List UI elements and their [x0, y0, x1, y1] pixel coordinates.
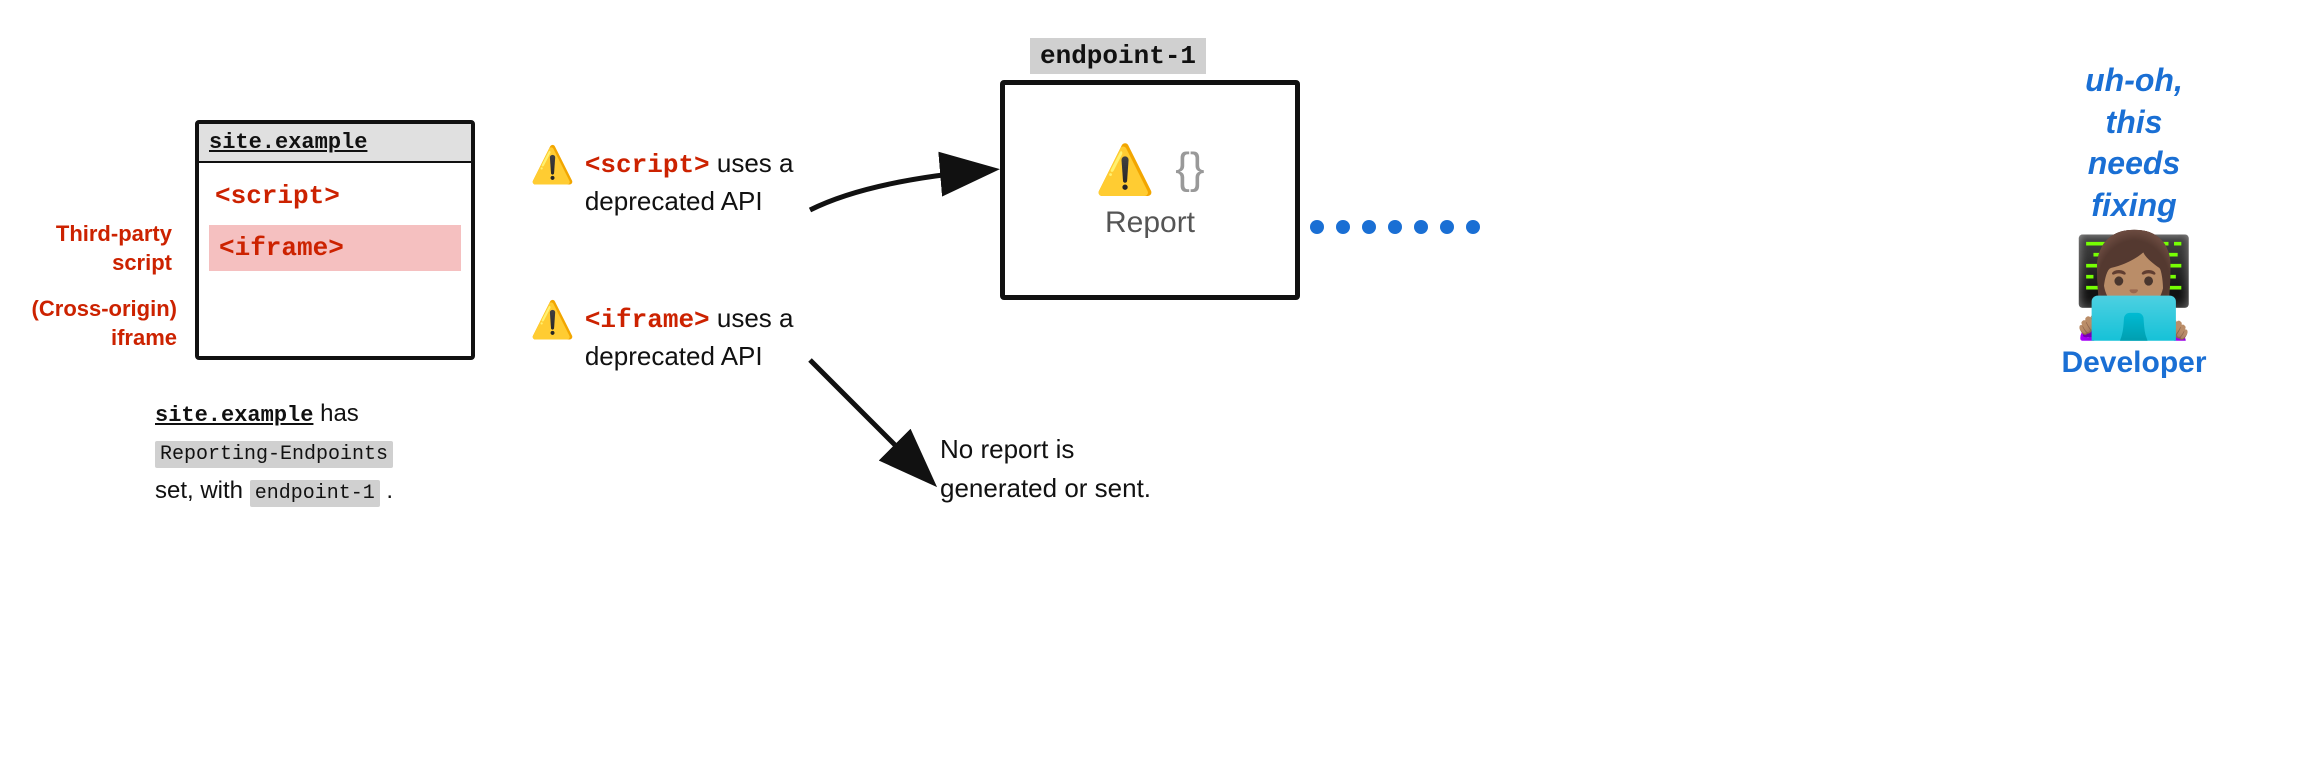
bottom-reporting-endpoints: Reporting-Endpoints	[155, 441, 393, 468]
warning-icon-1: ⚠️	[530, 147, 575, 183]
bottom-period: .	[386, 477, 393, 504]
warning-iframe: ⚠️ <iframe> uses a deprecated API	[530, 300, 845, 375]
endpoint-icons: ⚠️ {}	[1095, 141, 1204, 198]
dot-1	[1310, 220, 1324, 234]
bottom-endpoint-1: endpoint-1	[250, 480, 380, 507]
warning-script: ⚠️ <script> uses a deprecated API	[530, 145, 845, 220]
browser-box: site.example <script> <iframe>	[195, 120, 475, 360]
browser-title: site.example	[199, 124, 471, 163]
dot-6	[1440, 220, 1454, 234]
diagram-container: site.example <script> <iframe> Third-par…	[0, 0, 2324, 762]
developer-uh-oh-text: uh-oh, this needs fixing	[2004, 60, 2264, 226]
dot-4	[1388, 220, 1402, 234]
label-cross-origin-iframe: (Cross-origin) iframe	[22, 295, 177, 352]
dot-2	[1336, 220, 1350, 234]
developer-area: uh-oh, this needs fixing 👩🏽‍💻 Developer	[2004, 60, 2264, 380]
bottom-description: site.example has Reporting-Endpoints set…	[155, 395, 515, 510]
dot-7	[1466, 220, 1480, 234]
dots-separator	[1310, 220, 1480, 234]
warning-text-script: <script> uses a deprecated API	[585, 145, 845, 220]
developer-emoji: 👩🏽‍💻	[2004, 236, 2264, 336]
iframe-tag-display: <iframe>	[209, 225, 461, 271]
script-tag-display: <script>	[209, 177, 461, 215]
bottom-text-has: has	[320, 400, 359, 427]
warning-iframe-tag: <iframe>	[585, 305, 710, 335]
label-third-party-script: Third-party script	[22, 220, 172, 277]
bottom-text-set: set, with	[155, 477, 250, 504]
dot-5	[1414, 220, 1428, 234]
dot-3	[1362, 220, 1376, 234]
warning-triangle-icon: ⚠️	[1095, 141, 1155, 198]
endpoint-box: ⚠️ {} Report	[1000, 80, 1300, 300]
warning-icon-2: ⚠️	[530, 302, 575, 338]
warning-text-iframe: <iframe> uses a deprecated API	[585, 300, 845, 375]
developer-label: Developer	[2004, 346, 2264, 380]
bottom-site-example: site.example	[155, 403, 313, 428]
no-report-text: No report is generated or sent.	[940, 430, 1240, 508]
curly-braces-icon: {}	[1175, 144, 1204, 194]
endpoint-report-label: Report	[1105, 206, 1195, 240]
endpoint-label: endpoint-1	[1030, 38, 1206, 74]
warning-script-tag: <script>	[585, 150, 710, 180]
